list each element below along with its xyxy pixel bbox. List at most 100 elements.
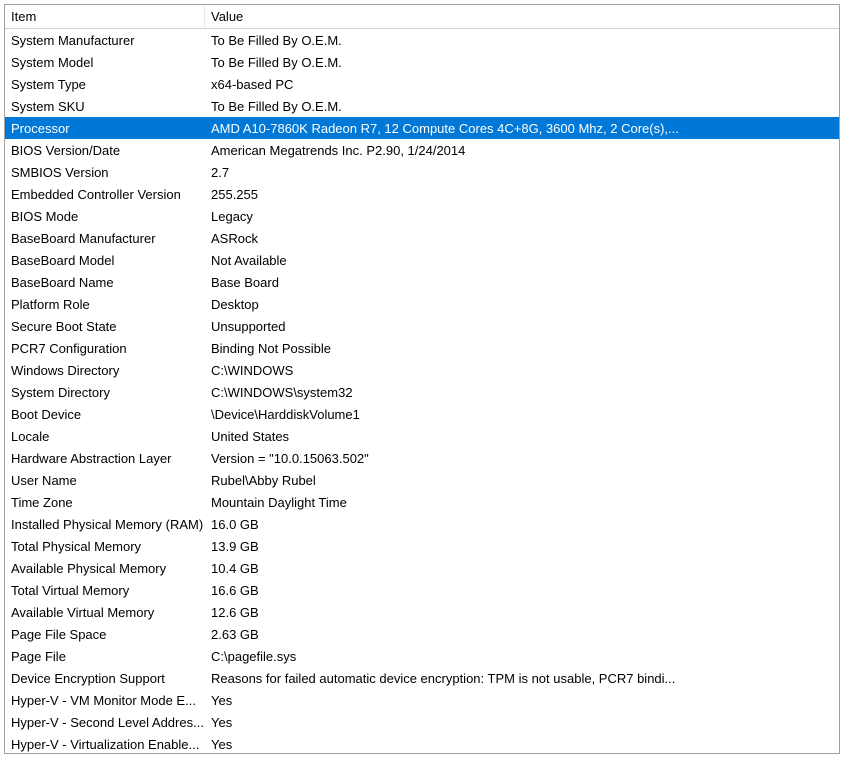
- table-row[interactable]: Boot Device\Device\HarddiskVolume1: [5, 403, 839, 425]
- row-value-label: x64-based PC: [205, 73, 839, 95]
- row-item-label: Total Virtual Memory: [5, 579, 205, 601]
- row-value-label: 255.255: [205, 183, 839, 205]
- table-row[interactable]: Total Virtual Memory16.6 GB: [5, 579, 839, 601]
- table-row[interactable]: Page File Space2.63 GB: [5, 623, 839, 645]
- row-value-label: Unsupported: [205, 315, 839, 337]
- row-value-label: ASRock: [205, 227, 839, 249]
- table-row[interactable]: System Typex64-based PC: [5, 73, 839, 95]
- row-item-label: BIOS Version/Date: [5, 139, 205, 161]
- row-value-label: Yes: [205, 733, 839, 754]
- table-row[interactable]: Hyper-V - VM Monitor Mode E...Yes: [5, 689, 839, 711]
- row-item-label: Available Physical Memory: [5, 557, 205, 579]
- table-row[interactable]: Available Virtual Memory12.6 GB: [5, 601, 839, 623]
- row-item-label: Windows Directory: [5, 359, 205, 381]
- table-row[interactable]: BaseBoard ManufacturerASRock: [5, 227, 839, 249]
- row-value-label: To Be Filled By O.E.M.: [205, 95, 839, 117]
- row-value-label: C:\WINDOWS\system32: [205, 381, 839, 403]
- row-value-label: To Be Filled By O.E.M.: [205, 51, 839, 73]
- table-row[interactable]: BIOS Version/DateAmerican Megatrends Inc…: [5, 139, 839, 161]
- row-item-label: System SKU: [5, 95, 205, 117]
- column-header-item[interactable]: Item: [5, 5, 205, 28]
- row-value-label: Base Board: [205, 271, 839, 293]
- row-item-label: System Type: [5, 73, 205, 95]
- row-item-label: Hardware Abstraction Layer: [5, 447, 205, 469]
- row-value-label: C:\pagefile.sys: [205, 645, 839, 667]
- row-value-label: Rubel\Abby Rubel: [205, 469, 839, 491]
- table-row[interactable]: Page FileC:\pagefile.sys: [5, 645, 839, 667]
- row-item-label: System Model: [5, 51, 205, 73]
- table-row[interactable]: Embedded Controller Version255.255: [5, 183, 839, 205]
- column-header-row: Item Value: [5, 5, 839, 29]
- table-row[interactable]: System DirectoryC:\WINDOWS\system32: [5, 381, 839, 403]
- row-value-label: AMD A10-7860K Radeon R7, 12 Compute Core…: [205, 117, 839, 139]
- row-item-label: PCR7 Configuration: [5, 337, 205, 359]
- row-item-label: Page File Space: [5, 623, 205, 645]
- row-item-label: BaseBoard Manufacturer: [5, 227, 205, 249]
- table-row[interactable]: Hyper-V - Virtualization Enable...Yes: [5, 733, 839, 754]
- row-item-label: BIOS Mode: [5, 205, 205, 227]
- row-item-label: User Name: [5, 469, 205, 491]
- row-value-label: American Megatrends Inc. P2.90, 1/24/201…: [205, 139, 839, 161]
- row-item-label: Hyper-V - Second Level Addres...: [5, 711, 205, 733]
- row-value-label: 16.6 GB: [205, 579, 839, 601]
- row-value-label: 16.0 GB: [205, 513, 839, 535]
- table-row[interactable]: Installed Physical Memory (RAM)16.0 GB: [5, 513, 839, 535]
- column-header-value[interactable]: Value: [205, 5, 839, 28]
- row-value-label: Version = "10.0.15063.502": [205, 447, 839, 469]
- table-row[interactable]: BaseBoard NameBase Board: [5, 271, 839, 293]
- table-row[interactable]: BaseBoard ModelNot Available: [5, 249, 839, 271]
- row-item-label: BaseBoard Name: [5, 271, 205, 293]
- table-row[interactable]: System ManufacturerTo Be Filled By O.E.M…: [5, 29, 839, 51]
- table-row[interactable]: PCR7 ConfigurationBinding Not Possible: [5, 337, 839, 359]
- row-item-label: Hyper-V - Virtualization Enable...: [5, 733, 205, 754]
- row-item-label: Time Zone: [5, 491, 205, 513]
- row-value-label: Binding Not Possible: [205, 337, 839, 359]
- row-value-label: Yes: [205, 711, 839, 733]
- table-row[interactable]: Total Physical Memory13.9 GB: [5, 535, 839, 557]
- row-value-label: Mountain Daylight Time: [205, 491, 839, 513]
- table-row[interactable]: BIOS ModeLegacy: [5, 205, 839, 227]
- row-item-label: Embedded Controller Version: [5, 183, 205, 205]
- row-item-label: Secure Boot State: [5, 315, 205, 337]
- row-value-label: Not Available: [205, 249, 839, 271]
- table-row[interactable]: Secure Boot StateUnsupported: [5, 315, 839, 337]
- table-row[interactable]: User NameRubel\Abby Rubel: [5, 469, 839, 491]
- table-row[interactable]: Hyper-V - Second Level Addres...Yes: [5, 711, 839, 733]
- row-value-label: 2.7: [205, 161, 839, 183]
- row-item-label: Available Virtual Memory: [5, 601, 205, 623]
- table-row[interactable]: LocaleUnited States: [5, 425, 839, 447]
- row-value-label: Desktop: [205, 293, 839, 315]
- row-value-label: United States: [205, 425, 839, 447]
- system-info-panel: Item Value System ManufacturerTo Be Fill…: [4, 4, 840, 754]
- table-row[interactable]: ProcessorAMD A10-7860K Radeon R7, 12 Com…: [5, 117, 839, 139]
- row-value-label: \Device\HarddiskVolume1: [205, 403, 839, 425]
- table-row[interactable]: Time ZoneMountain Daylight Time: [5, 491, 839, 513]
- row-item-label: BaseBoard Model: [5, 249, 205, 271]
- row-value-label: 12.6 GB: [205, 601, 839, 623]
- row-item-label: Installed Physical Memory (RAM): [5, 513, 205, 535]
- row-value-label: Yes: [205, 689, 839, 711]
- row-item-label: SMBIOS Version: [5, 161, 205, 183]
- table-row[interactable]: SMBIOS Version2.7: [5, 161, 839, 183]
- row-value-label: 13.9 GB: [205, 535, 839, 557]
- row-value-label: Reasons for failed automatic device encr…: [205, 667, 839, 689]
- row-value-label: C:\WINDOWS: [205, 359, 839, 381]
- table-row[interactable]: System SKUTo Be Filled By O.E.M.: [5, 95, 839, 117]
- table-row[interactable]: Available Physical Memory10.4 GB: [5, 557, 839, 579]
- table-row[interactable]: Windows DirectoryC:\WINDOWS: [5, 359, 839, 381]
- row-item-label: Processor: [5, 117, 205, 139]
- row-value-label: Legacy: [205, 205, 839, 227]
- table-row[interactable]: Hardware Abstraction LayerVersion = "10.…: [5, 447, 839, 469]
- row-item-label: Hyper-V - VM Monitor Mode E...: [5, 689, 205, 711]
- row-item-label: Total Physical Memory: [5, 535, 205, 557]
- row-value-label: To Be Filled By O.E.M.: [205, 29, 839, 51]
- row-item-label: System Directory: [5, 381, 205, 403]
- row-item-label: Platform Role: [5, 293, 205, 315]
- table-row[interactable]: System ModelTo Be Filled By O.E.M.: [5, 51, 839, 73]
- table-row[interactable]: Platform RoleDesktop: [5, 293, 839, 315]
- row-value-label: 10.4 GB: [205, 557, 839, 579]
- table-row[interactable]: Device Encryption SupportReasons for fai…: [5, 667, 839, 689]
- row-item-label: Page File: [5, 645, 205, 667]
- row-item-label: System Manufacturer: [5, 29, 205, 51]
- row-value-label: 2.63 GB: [205, 623, 839, 645]
